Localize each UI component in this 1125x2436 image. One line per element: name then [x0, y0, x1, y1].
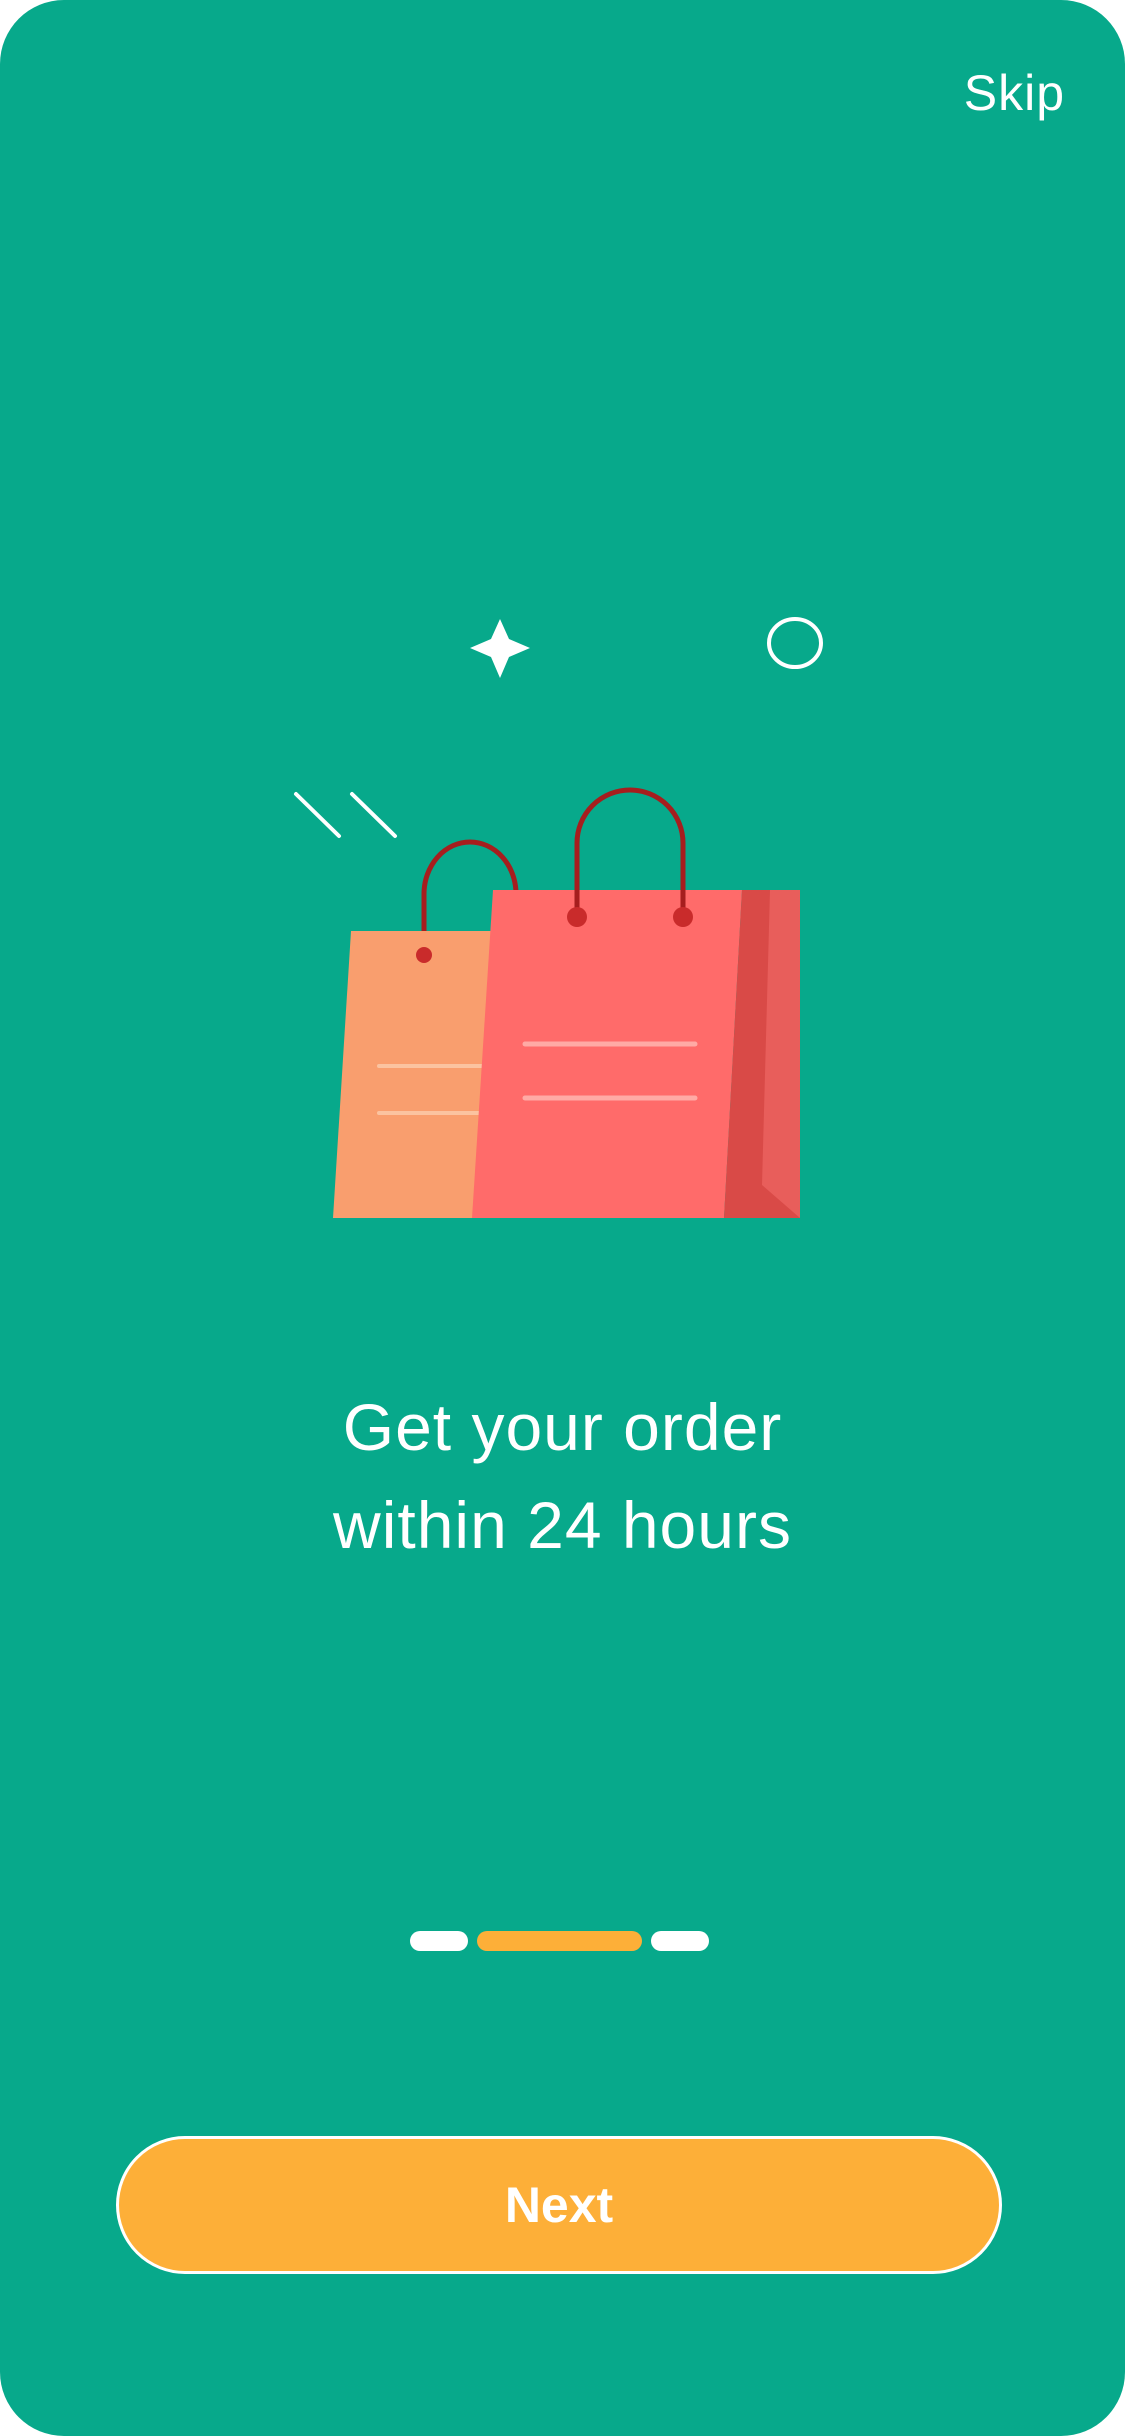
page-dot-3[interactable] [651, 1931, 709, 1951]
page-dot-2-active[interactable] [477, 1931, 642, 1951]
next-button[interactable]: Next [116, 2136, 1002, 2274]
sparkle-icon [470, 619, 530, 678]
front-bag [472, 890, 742, 1218]
skip-button[interactable]: Skip [964, 64, 1065, 122]
back-bag [333, 931, 492, 1218]
circle-icon [767, 617, 823, 669]
onboarding-headline: Get your order within 24 hours [0, 1378, 1125, 1574]
onboarding-screen: Skip Get your order within 24 hours Next [0, 0, 1125, 2436]
headline-line-2: within 24 hours [333, 1488, 792, 1562]
motion-lines-icon [294, 792, 397, 838]
onboarding-illustration [294, 617, 823, 1218]
page-dot-1[interactable] [410, 1931, 468, 1951]
pagination-indicator [0, 1931, 1125, 1951]
headline-line-1: Get your order [342, 1390, 783, 1464]
shopping-bags-icon [333, 787, 800, 1218]
